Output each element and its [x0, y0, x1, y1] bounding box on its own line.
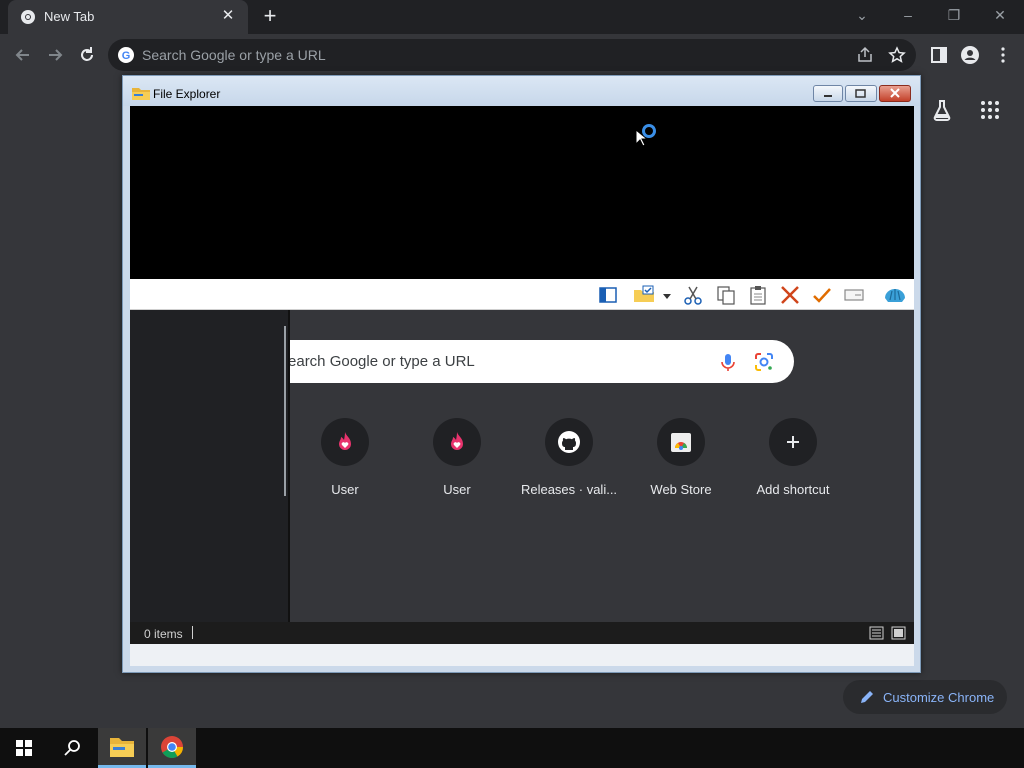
reload-icon[interactable]: [74, 43, 100, 67]
start-button[interactable]: [0, 728, 48, 768]
google-apps-icon[interactable]: [980, 100, 1000, 120]
tab-close-icon[interactable]: ✕: [218, 6, 238, 26]
shortcut-label: Web Store: [650, 482, 712, 497]
windows-logo-icon: [16, 740, 32, 756]
new-tab-button[interactable]: +: [258, 5, 282, 29]
google-lens-icon[interactable]: [754, 352, 774, 372]
fe-minimize-button[interactable]: [813, 85, 843, 102]
labs-flask-icon[interactable]: [930, 98, 954, 122]
search-icon: [64, 740, 80, 756]
dropdown-arrow-icon[interactable]: [660, 284, 674, 306]
chrome-icon: [161, 736, 183, 758]
desktop: New Tab ✕ + ⌄ – ❐ ✕ G Search Google or t…: [0, 0, 1024, 768]
select-folder-icon[interactable]: [632, 284, 658, 306]
side-panel-icon[interactable]: [926, 43, 952, 67]
user-flame-icon: [451, 432, 463, 450]
tab-title: New Tab: [44, 9, 95, 24]
voice-search-mic-icon[interactable]: [718, 352, 738, 372]
taskbar-search-button[interactable]: [48, 728, 96, 768]
restore-icon: [855, 89, 866, 98]
rename-field-icon[interactable]: [843, 284, 865, 306]
tab-new-tab[interactable]: New Tab ✕: [8, 0, 248, 34]
shortcut-icon-circle: [657, 418, 705, 466]
shortcut-icon-circle: [545, 418, 593, 466]
shortcut-label: Releases · vali...: [520, 482, 618, 497]
forward-arrow-icon[interactable]: [42, 43, 68, 67]
customize-chrome-button[interactable]: Customize Chrome: [843, 680, 1007, 714]
folder-icon: [110, 738, 134, 757]
profile-icon[interactable]: [957, 43, 983, 67]
status-divider: [192, 626, 193, 639]
close-icon: [890, 88, 900, 98]
checkmark-icon[interactable]: [811, 284, 833, 306]
details-view-icon[interactable]: [869, 626, 884, 640]
copy-icon[interactable]: [715, 284, 737, 306]
tab-strip: New Tab ✕ + ⌄ – ❐ ✕: [0, 0, 1024, 34]
file-explorer-window: File Explorer Search Google or type a UR…: [122, 75, 921, 673]
web-store-icon: [671, 433, 691, 452]
customize-chrome-label: Customize Chrome: [883, 690, 995, 705]
layout-pane-icon[interactable]: [597, 284, 619, 306]
paste-clipboard-icon[interactable]: [747, 284, 769, 306]
shortcut-icon-circle: [769, 418, 817, 466]
fe-maximize-button[interactable]: [845, 85, 877, 102]
item-count: 0 items: [144, 627, 183, 641]
shortcut-label: User: [331, 482, 359, 497]
github-icon: [558, 431, 580, 453]
folder-icon: [132, 88, 150, 100]
shortcut-tile[interactable]: Add shortcut: [737, 416, 849, 506]
restore-icon[interactable]: ❐: [940, 4, 968, 26]
nav-pane-scrollbar[interactable]: [284, 326, 286, 496]
unrendered-area: [130, 106, 914, 279]
chrome-favicon-icon: [21, 10, 35, 24]
command-bar: [130, 279, 914, 310]
shortcut-label: Add shortcut: [756, 482, 830, 497]
user-flame-icon: [339, 432, 351, 450]
pencil-icon: [861, 691, 873, 703]
fe-close-button[interactable]: [879, 85, 911, 102]
browser-toolbar: G Search Google or type a URL: [0, 34, 1024, 76]
shortcut-tile[interactable]: Web Store: [625, 416, 737, 506]
busy-spinner-icon: [642, 124, 656, 138]
share-icon[interactable]: [856, 46, 874, 64]
navigation-pane[interactable]: [130, 310, 288, 622]
taskbar: [0, 728, 1024, 768]
window-bottom-frame: [130, 644, 914, 666]
file-explorer-titlebar[interactable]: File Explorer: [123, 76, 920, 106]
shortcut-tile[interactable]: User: [401, 416, 513, 506]
cut-scissors-icon[interactable]: [682, 284, 704, 306]
svg-text:G: G: [122, 50, 131, 62]
bookmark-star-icon[interactable]: [888, 46, 906, 64]
file-explorer-title: File Explorer: [153, 87, 221, 101]
close-icon[interactable]: ✕: [986, 4, 1014, 26]
taskbar-file-explorer[interactable]: [98, 728, 146, 768]
shell-icon[interactable]: [882, 284, 908, 306]
tab-search-chevron-icon[interactable]: ⌄: [848, 4, 876, 26]
content-pane: Search Google or type a URL User User Re…: [290, 310, 914, 622]
minimize-icon[interactable]: –: [894, 4, 922, 26]
status-bar: 0 items: [130, 622, 914, 644]
back-arrow-icon[interactable]: [10, 43, 36, 67]
omnibox[interactable]: G Search Google or type a URL: [108, 39, 916, 71]
shortcut-icon-circle: [321, 418, 369, 466]
taskbar-chrome[interactable]: [148, 728, 196, 768]
large-icons-view-icon[interactable]: [891, 626, 906, 640]
shortcut-icon-circle: [433, 418, 481, 466]
delete-x-icon[interactable]: [779, 284, 801, 306]
shortcut-tile[interactable]: Releases · vali...: [513, 416, 625, 506]
minimize-icon: [824, 95, 832, 97]
omnibox-placeholder: Search Google or type a URL: [142, 47, 326, 63]
shortcut-label: User: [443, 482, 471, 497]
menu-kebab-icon[interactable]: [990, 43, 1016, 67]
shortcut-tile[interactable]: User: [290, 416, 401, 506]
ntp-search-placeholder: Search Google or type a URL: [290, 353, 475, 370]
plus-icon: [787, 436, 799, 448]
google-g-icon: G: [118, 47, 134, 63]
ntp-search-box[interactable]: Search Google or type a URL: [290, 340, 794, 383]
